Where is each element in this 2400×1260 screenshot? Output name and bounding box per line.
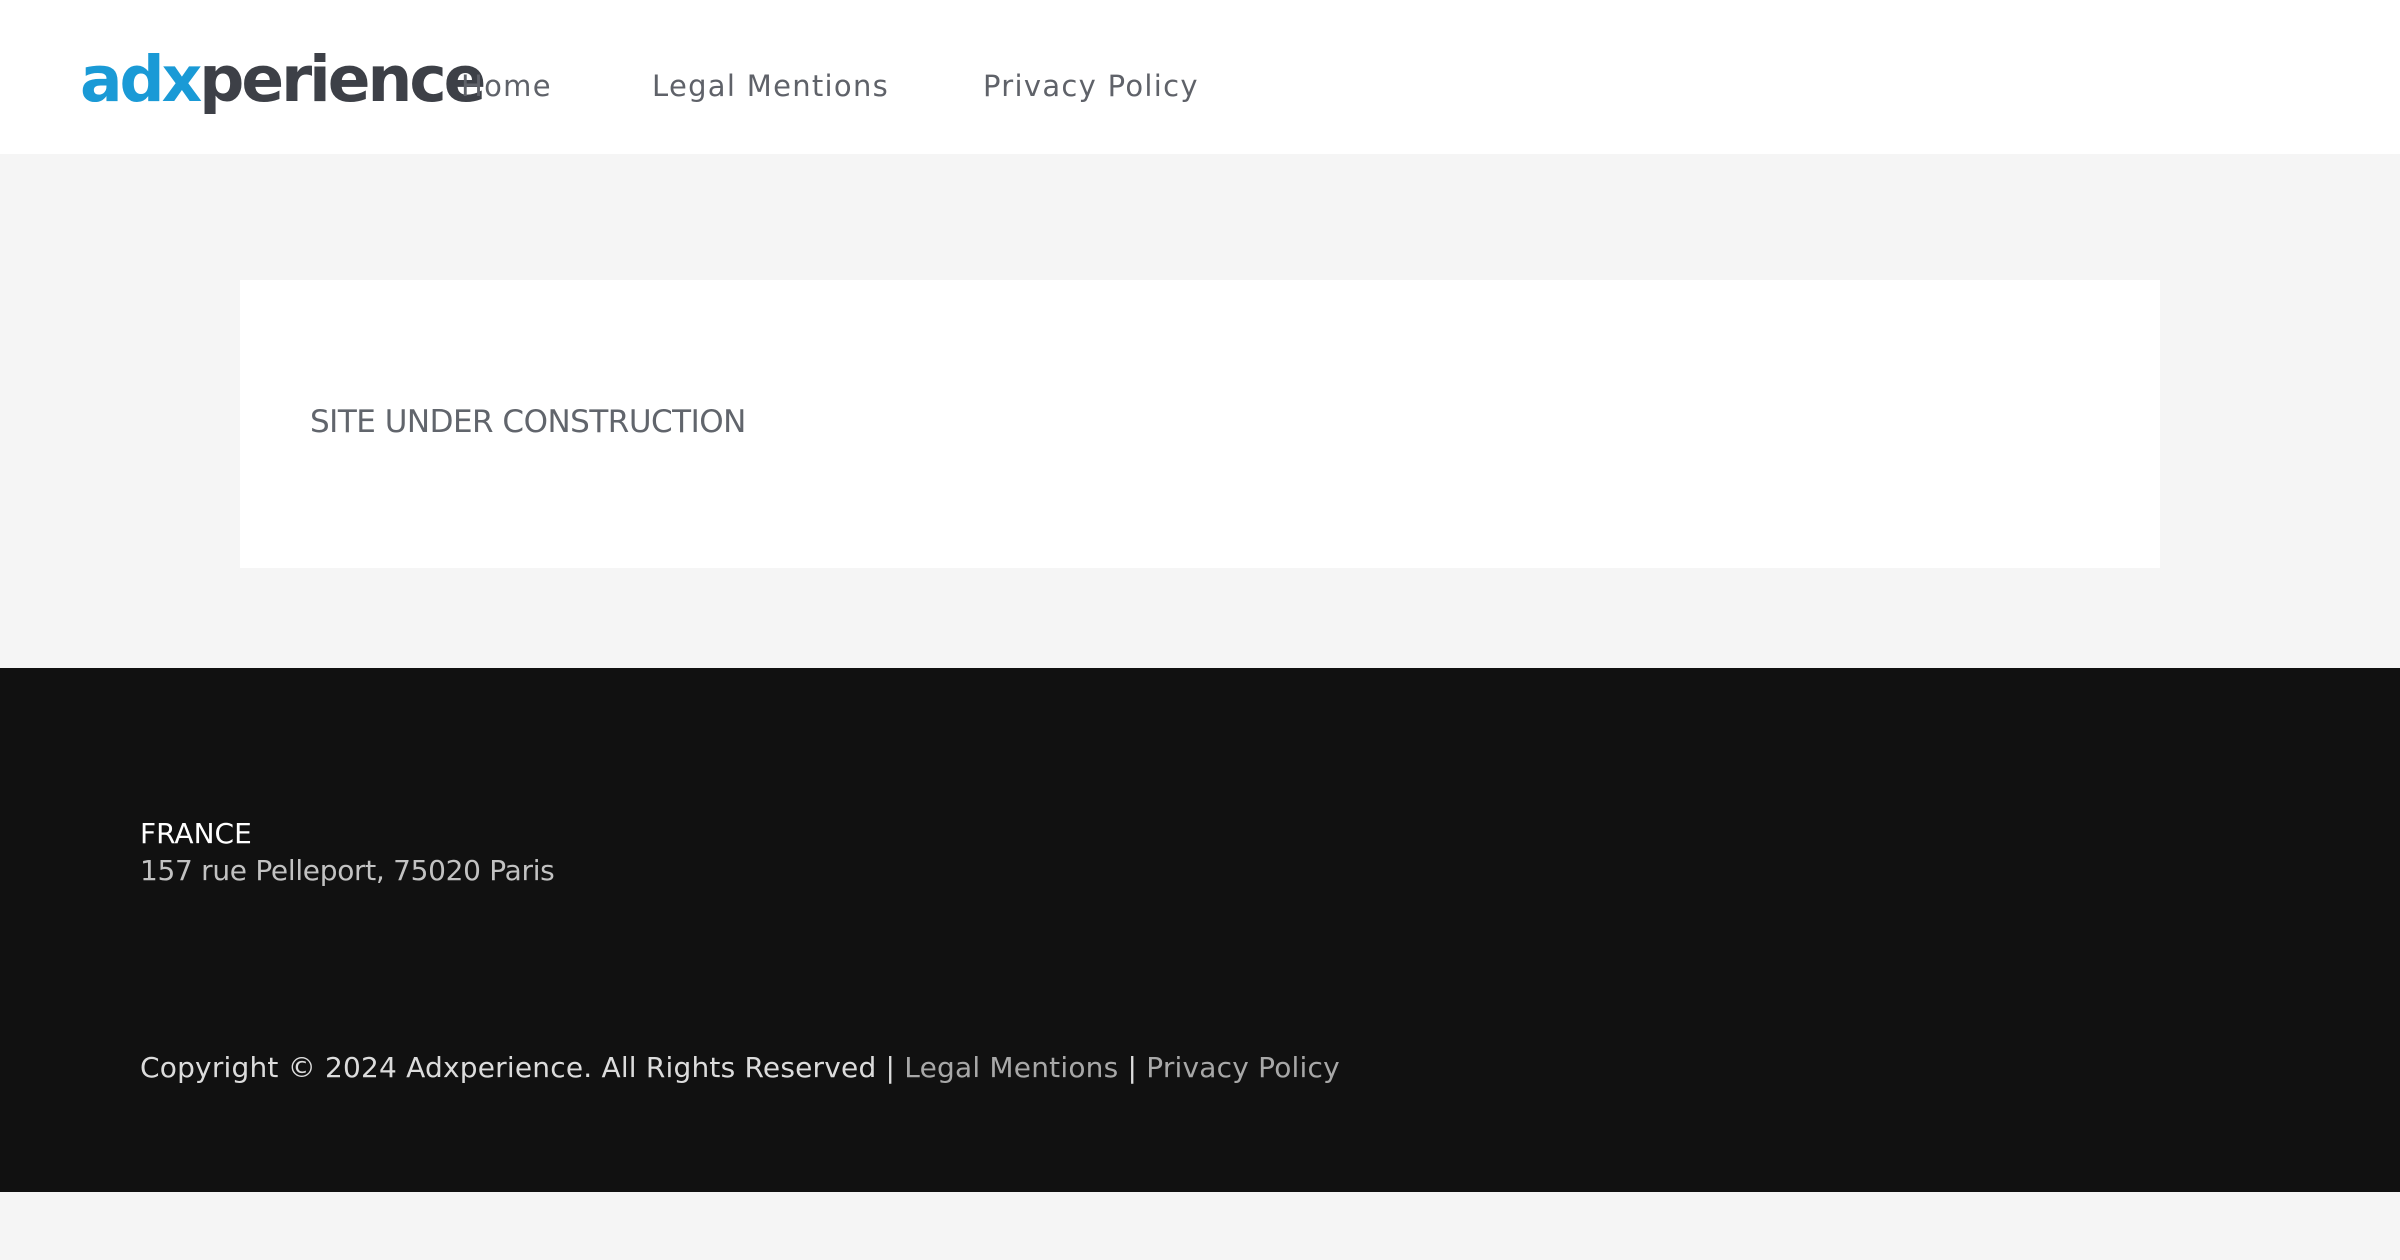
logo-accent-text: adx [80, 43, 202, 116]
nav-link-privacy-policy[interactable]: Privacy Policy [983, 64, 1199, 108]
nav-link-legal-mentions[interactable]: Legal Mentions [652, 64, 889, 108]
adxperience-logo[interactable]: adxperience [80, 40, 486, 120]
construction-card: SITE UNDER CONSTRUCTION [240, 280, 2160, 568]
site-header: adxperience Home Legal Mentions Privacy … [0, 0, 2400, 154]
logo-rest-text: perience [199, 43, 486, 116]
page-title: SITE UNDER CONSTRUCTION [310, 404, 746, 440]
footer-copyright-line: Copyright © 2024 Adxperience. All Rights… [140, 1048, 1340, 1088]
nav-link-home[interactable]: Home [461, 64, 552, 108]
footer-country: FRANCE [140, 817, 252, 850]
copyright-text: Copyright © 2024 Adxperience. All Rights… [140, 1051, 877, 1084]
footer-separator: | [1127, 1051, 1138, 1084]
site-footer: FRANCE 157 rue Pelleport, 75020 Paris Co… [0, 668, 2400, 1192]
footer-separator: | [885, 1051, 896, 1084]
footer-link-legal-mentions[interactable]: Legal Mentions [904, 1051, 1118, 1084]
footer-link-privacy-policy[interactable]: Privacy Policy [1146, 1051, 1340, 1084]
footer-address: 157 rue Pelleport, 75020 Paris [140, 854, 555, 887]
